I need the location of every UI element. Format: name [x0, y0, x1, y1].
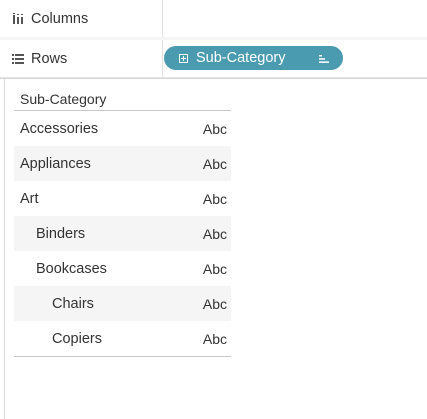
row-value: Abc [202, 155, 227, 172]
table-row[interactable]: Appliances Abc [14, 146, 231, 181]
table-row[interactable]: Copiers Abc [14, 321, 231, 356]
columns-shelf-label: Columns [0, 0, 163, 37]
table-bottom-border [14, 356, 231, 357]
row-value: Abc [202, 225, 227, 242]
row-label: Bookcases [36, 260, 107, 277]
pill-label: Sub-Category [196, 50, 286, 66]
row-label: Accessories [20, 120, 99, 137]
row-value: Abc [202, 120, 227, 137]
row-value: Abc [202, 330, 227, 347]
rows-shelf: Rows Sub-Category [0, 40, 427, 78]
row-label: Copiers [52, 330, 102, 347]
table-row[interactable]: Binders Abc [14, 216, 231, 251]
rows-icon [10, 51, 26, 67]
columns-label: Columns [31, 10, 89, 27]
row-label: Art [20, 190, 39, 207]
row-value: Abc [202, 190, 227, 207]
sub-category-pill[interactable]: Sub-Category [164, 46, 343, 70]
text-table: Sub-Category Accessories Abc Appliances … [14, 88, 231, 357]
table-row[interactable]: Art Abc [14, 181, 231, 216]
table-row[interactable]: Accessories Abc [14, 111, 231, 146]
columns-icon [10, 11, 26, 27]
columns-drop-area[interactable] [163, 0, 427, 37]
row-value: Abc [202, 260, 227, 277]
row-value: Abc [202, 295, 227, 312]
worksheet: Columns Rows Sub-Category Sub-Category A… [0, 0, 427, 419]
canvas-border [0, 78, 427, 79]
table-header[interactable]: Sub-Category [14, 88, 231, 111]
sort-icon[interactable] [318, 52, 330, 64]
row-label: Binders [36, 225, 86, 242]
canvas-left-border [4, 79, 5, 419]
columns-shelf: Columns [0, 0, 427, 38]
row-label: Appliances [20, 155, 91, 172]
table-row[interactable]: Chairs Abc [14, 286, 231, 321]
rows-shelf-label: Rows [0, 40, 163, 77]
expand-icon[interactable] [179, 53, 188, 63]
rows-label: Rows [31, 50, 68, 67]
table-row[interactable]: Bookcases Abc [14, 251, 231, 286]
row-label: Chairs [52, 295, 94, 312]
